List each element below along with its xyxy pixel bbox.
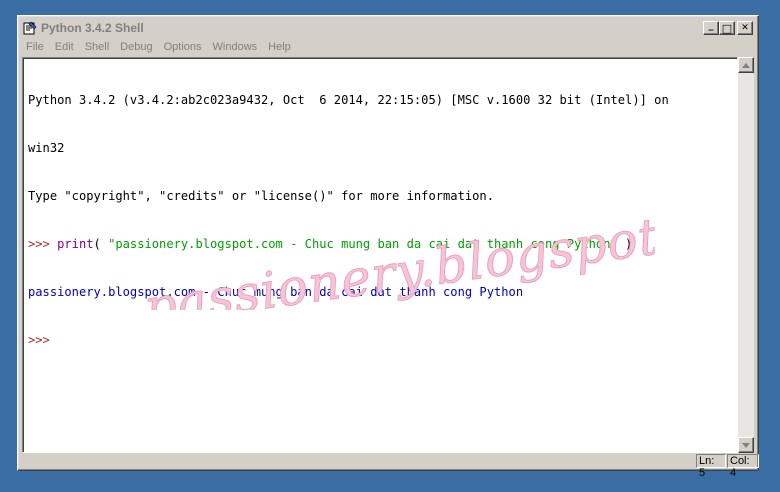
window-controls: _ □ ✕ [703, 21, 753, 35]
open-paren: ( [93, 237, 109, 251]
close-paren: ) [617, 237, 633, 251]
shell-output: Python 3.4.2 (v3.4.2:ab2c023a9432, Oct 6… [28, 60, 733, 380]
output-line: passionery.blogspot.com - Chuc mung ban … [28, 285, 524, 299]
menu-windows[interactable]: Windows [208, 41, 264, 53]
vertical-scrollbar[interactable] [738, 57, 754, 453]
scroll-down-button[interactable] [738, 437, 754, 453]
shell-window: Python 3.4.2 Shell _ □ ✕ File Edit Shell… [17, 15, 759, 479]
menu-options[interactable]: Options [159, 41, 208, 53]
banner-line: Python 3.4.2 (v3.4.2:ab2c023a9432, Oct 6… [28, 93, 669, 107]
maximize-button[interactable]: □ [719, 21, 735, 35]
status-column: Col: 4 [727, 454, 759, 479]
command-line: >>> print( "passionery.blogspot.com - Ch… [28, 236, 733, 252]
menu-shell[interactable]: Shell [80, 41, 115, 53]
arrow-up-icon [742, 62, 750, 68]
print-keyword: print [57, 237, 94, 251]
banner-line: win32 [28, 141, 65, 155]
menu-edit[interactable]: Edit [50, 41, 80, 53]
minimize-button[interactable]: _ [703, 21, 719, 35]
current-prompt: >>> [28, 333, 50, 347]
shell-text-area[interactable]: Python 3.4.2 (v3.4.2:ab2c023a9432, Oct 6… [22, 57, 738, 453]
menu-file[interactable]: File [21, 41, 50, 53]
status-bar: Ln: 5 Col: 4 [22, 454, 759, 479]
close-button[interactable]: ✕ [737, 21, 753, 35]
menu-help[interactable]: Help [263, 41, 297, 53]
status-line: Ln: 5 [696, 454, 726, 479]
scroll-up-button[interactable] [738, 57, 754, 73]
arrow-down-icon [742, 442, 750, 448]
minimize-icon: _ [708, 20, 714, 31]
string-literal: "passionery.blogspot.com - Chuc mung ban… [108, 237, 618, 251]
window-title: Python 3.4.2 Shell [41, 21, 144, 35]
title-bar[interactable]: Python 3.4.2 Shell _ □ ✕ [21, 19, 755, 37]
maximize-icon: □ [721, 21, 733, 35]
banner-line: Type "copyright", "credits" or "license(… [28, 189, 494, 203]
menu-bar: File Edit Shell Debug Options Windows He… [21, 38, 755, 56]
prompt: >>> [28, 237, 58, 251]
menu-debug[interactable]: Debug [115, 41, 158, 53]
python-idle-icon [23, 21, 37, 35]
close-icon: ✕ [741, 22, 749, 33]
